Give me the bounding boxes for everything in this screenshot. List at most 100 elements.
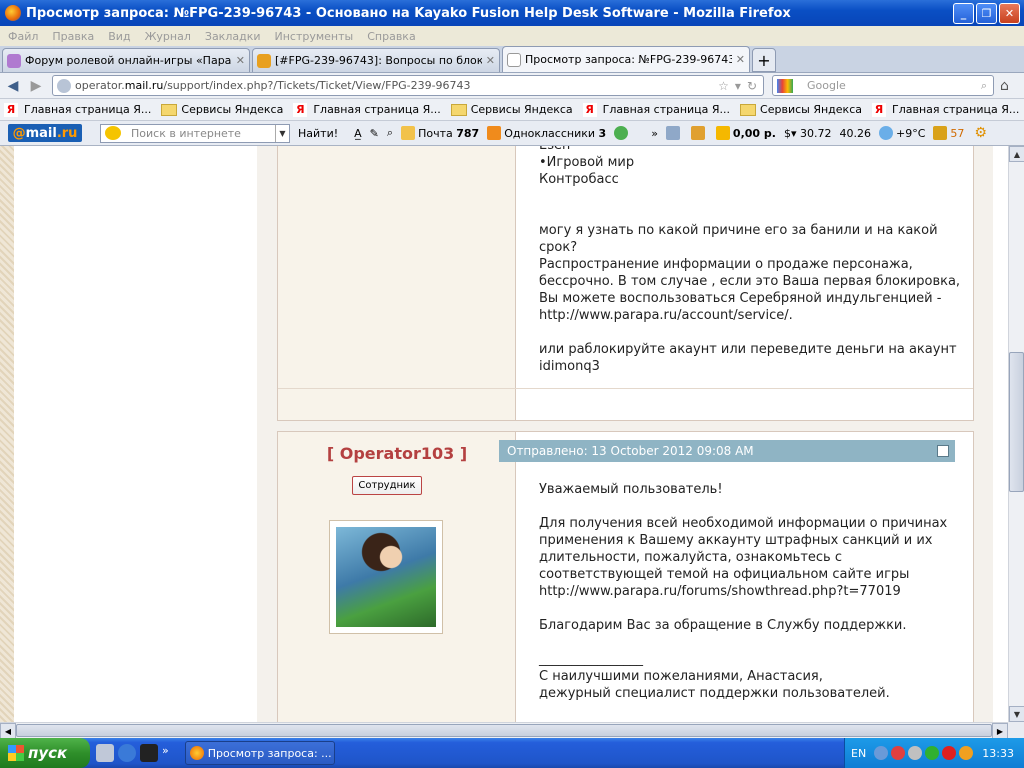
menu-history[interactable]: Журнал bbox=[145, 30, 191, 43]
reload-icon[interactable]: ↻ bbox=[747, 79, 757, 93]
tab-bar: Форум ролевой онлайн-игры «Пара Па... ✕ … bbox=[0, 46, 1024, 73]
mail-link[interactable]: Почта 787 bbox=[401, 126, 479, 140]
tray-network-icon[interactable] bbox=[908, 746, 923, 760]
vertical-scrollbar[interactable]: ▲ ▼ bbox=[1008, 146, 1024, 722]
post-author-panel bbox=[278, 146, 516, 420]
site-favicon-icon bbox=[257, 53, 271, 68]
maximize-button[interactable]: ❐ bbox=[976, 2, 997, 24]
yandex-icon: Я bbox=[4, 102, 18, 117]
bookmark-yandex-services[interactable]: Сервисы Яндекса bbox=[450, 103, 573, 116]
menu-help[interactable]: Справка bbox=[367, 30, 415, 43]
right-gutter bbox=[993, 146, 1008, 722]
zoom-icon[interactable]: ⌕ bbox=[387, 126, 393, 140]
font-size-icon[interactable]: A̲ bbox=[354, 127, 362, 140]
usd-rate[interactable]: $▾ 30.72 bbox=[784, 127, 832, 140]
horizontal-scrollbar[interactable]: ◀ ▶ bbox=[0, 722, 1008, 739]
toolbar-overflow-icon[interactable]: » bbox=[651, 127, 658, 140]
ie-icon[interactable] bbox=[118, 744, 136, 762]
tray-opera-icon[interactable] bbox=[942, 746, 957, 760]
mailru-search-input[interactable]: Поиск в интернете ▼ bbox=[100, 123, 290, 143]
tab-ticket-email[interactable]: [#FPG-239-96743]: Вопросы по блокир... ✕ bbox=[252, 48, 500, 72]
games-icon[interactable] bbox=[665, 126, 683, 140]
navigation-bar: ◀ ▶ operator.mail.ru/support/index.php?/… bbox=[0, 73, 1024, 99]
start-button[interactable]: пуск bbox=[0, 738, 90, 768]
tray-volume-icon[interactable] bbox=[959, 746, 974, 760]
traffic-widget[interactable]: 57 bbox=[933, 126, 964, 140]
tab-close-icon[interactable]: ✕ bbox=[736, 53, 745, 66]
scroll-right-arrow-icon[interactable]: ▶ bbox=[992, 723, 1008, 739]
search-bar[interactable]: Google ⌕ bbox=[772, 75, 994, 96]
odnoklassniki-link[interactable]: Одноклассники 3 bbox=[487, 126, 606, 140]
post-sent-header: Отправлено: 13 October 2012 09:08 AM bbox=[499, 440, 955, 462]
icq-icon[interactable] bbox=[614, 126, 631, 140]
menu-tools[interactable]: Инструменты bbox=[275, 30, 354, 43]
post-options-icon[interactable] bbox=[937, 445, 949, 457]
horizontal-scroll-thumb[interactable] bbox=[16, 724, 992, 737]
scroll-up-arrow-icon[interactable]: ▲ bbox=[1009, 146, 1024, 162]
forward-button[interactable]: ▶ bbox=[26, 76, 46, 96]
menu-edit[interactable]: Правка bbox=[52, 30, 94, 43]
game-shortcut-icon[interactable] bbox=[140, 744, 158, 762]
search-engine-icon bbox=[105, 126, 121, 140]
bookmark-yandex-services[interactable]: Сервисы Яндекса bbox=[161, 103, 283, 116]
envelope-icon bbox=[401, 126, 416, 140]
scroll-down-arrow-icon[interactable]: ▼ bbox=[1009, 706, 1024, 722]
quick-launch: » bbox=[96, 744, 173, 762]
left-sidebar bbox=[14, 146, 257, 722]
menu-bookmarks[interactable]: Закладки bbox=[205, 30, 261, 43]
home-icon[interactable]: ⌂ bbox=[1000, 78, 1009, 94]
scroll-left-arrow-icon[interactable]: ◀ bbox=[0, 723, 16, 739]
bookmark-yandex-home[interactable]: Я Главная страница Я... bbox=[582, 102, 730, 117]
highlighter-icon[interactable]: ✎ bbox=[370, 127, 379, 140]
new-tab-button[interactable]: + bbox=[752, 48, 776, 72]
back-button[interactable]: ◀ bbox=[3, 76, 23, 96]
menu-view[interactable]: Вид bbox=[108, 30, 130, 43]
eur-rate[interactable]: 40.26 bbox=[839, 127, 871, 140]
find-button[interactable]: Найти! bbox=[298, 127, 338, 140]
clock[interactable]: 13:33 bbox=[982, 747, 1014, 760]
url-text: operator.mail.ru/support/index.php?/Tick… bbox=[75, 79, 471, 92]
site-identity-icon[interactable] bbox=[57, 78, 71, 93]
bookmark-yandex-home[interactable]: Я Главная страница Я... bbox=[871, 102, 1019, 117]
url-bar[interactable]: operator.mail.ru/support/index.php?/Tick… bbox=[52, 75, 764, 96]
bookmark-yandex-services[interactable]: Сервисы Яндекса bbox=[740, 103, 862, 116]
yandex-icon: Я bbox=[293, 102, 308, 117]
post-body: Уважаемый пользователь! Для получения вс… bbox=[539, 482, 948, 701]
menu-file[interactable]: Файл bbox=[8, 30, 38, 43]
language-indicator[interactable]: EN bbox=[851, 747, 866, 760]
money-widget[interactable]: 0,00 р. bbox=[715, 126, 776, 140]
settings-gear-icon[interactable]: ⚙ bbox=[974, 125, 987, 141]
bookmark-yandex-home[interactable]: Я Главная страница Я... bbox=[293, 102, 441, 117]
taskbar-firefox-window[interactable]: Просмотр запроса: ... bbox=[184, 741, 335, 765]
window-title: Просмотр запроса: №FPG-239-96743 - Основ… bbox=[26, 5, 791, 21]
tab-close-icon[interactable]: ✕ bbox=[486, 54, 495, 67]
weather-widget[interactable]: +9°C bbox=[878, 126, 925, 140]
vertical-scroll-thumb[interactable] bbox=[1009, 352, 1024, 492]
google-icon[interactable] bbox=[777, 78, 793, 93]
tray-check-icon[interactable] bbox=[925, 746, 940, 760]
tab-label: Просмотр запроса: №FPG-239-96743 - ... bbox=[525, 53, 732, 66]
mailru-logo[interactable]: @ mail .ru bbox=[8, 124, 82, 142]
chevron-down-icon[interactable]: ▼ bbox=[275, 124, 289, 142]
post-divider bbox=[278, 388, 973, 389]
firefox-icon bbox=[5, 5, 21, 21]
tab-forum[interactable]: Форум ролевой онлайн-игры «Пара Па... ✕ bbox=[2, 48, 250, 72]
show-desktop-icon[interactable] bbox=[96, 744, 114, 762]
odnoklassniki-icon bbox=[487, 126, 502, 140]
minimize-button[interactable]: _ bbox=[953, 2, 974, 24]
firefox-icon bbox=[189, 746, 204, 760]
quicklaunch-overflow-icon[interactable]: » bbox=[162, 744, 169, 762]
bookmark-star-icon[interactable]: ☆ bbox=[718, 79, 729, 93]
bookmark-yandex-home[interactable]: Я Главная страница Я... bbox=[4, 102, 151, 117]
tray-back-icon[interactable] bbox=[874, 746, 889, 760]
close-window-button[interactable]: ✕ bbox=[999, 2, 1020, 24]
music-icon[interactable] bbox=[690, 126, 708, 140]
tray-app-icon[interactable] bbox=[891, 746, 906, 760]
folder-icon bbox=[450, 103, 467, 116]
yandex-icon: Я bbox=[871, 102, 886, 117]
tab-ticket-view[interactable]: Просмотр запроса: №FPG-239-96743 - ... ✕ bbox=[502, 46, 750, 72]
history-dropdown-icon[interactable]: ▾ bbox=[735, 79, 741, 93]
tab-close-icon[interactable]: ✕ bbox=[236, 54, 245, 67]
magnifier-icon[interactable]: ⌕ bbox=[981, 79, 987, 93]
decorative-border bbox=[0, 146, 14, 722]
